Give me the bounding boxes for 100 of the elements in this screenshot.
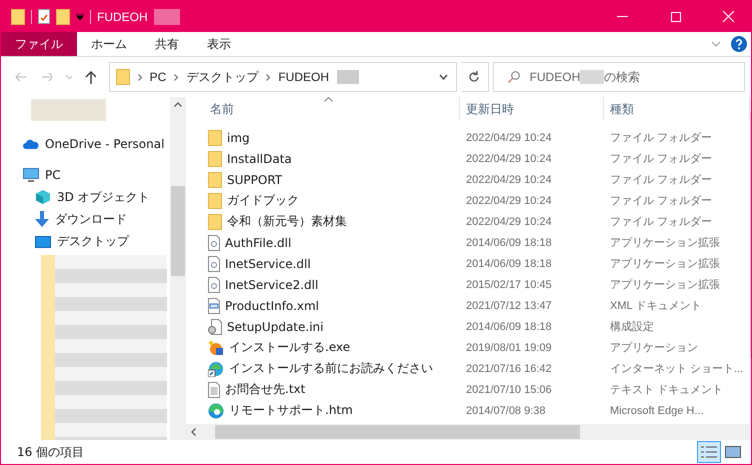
file-row[interactable]: SUPPORT 2022/04/29 10:24 ファイル フォルダー [204,169,750,190]
file-name: AuthFile.dll [225,236,292,250]
address-bar[interactable]: PC デスクトップ FUDEOH [108,62,457,92]
up-arrow-icon[interactable] [85,70,96,84]
date-cell-text: 2022/04/29 10:24 [465,152,553,164]
blurred-area [154,8,180,24]
type-cell-text: ファイル フォルダー [609,194,714,208]
scrollbar[interactable] [170,97,186,440]
date-cell-text: 2015/02/17 10:45 [465,278,553,290]
folder-icon [208,214,222,230]
horizontal-scrollbar[interactable] [186,424,751,440]
blurred-area [337,70,360,84]
chevron-icon[interactable] [266,74,270,80]
breadcrumb[interactable]: FUDEOH [278,70,330,84]
minimize-icon [616,16,628,17]
nav-item[interactable]: デスクトップ [1,230,170,254]
file-name: インストールする.exe [229,339,350,356]
file-row[interactable]: SetupUpdate.ini 2014/06/09 18:18 構成設定 [204,316,750,337]
cloud-icon [23,139,39,150]
type-cell-text: 構成設定 [609,320,655,334]
file-row[interactable]: お問合せ先.txt 2021/07/10 15:06 テキスト ドキュメント [204,379,750,400]
file-row[interactable]: img 2022/04/29 10:24 ファイル フォルダー [204,127,750,148]
scroll-up-icon[interactable] [174,102,182,107]
file-row[interactable]: ガイドブック 2022/04/29 10:24 ファイル フォルダー [204,190,750,211]
file-row[interactable]: AuthFile.dll 2014/06/09 18:18 アプリケーション拡張 [204,232,750,253]
nav-item[interactable]: ダウンロード [1,208,170,231]
nav-item[interactable]: OneDrive - Personal [1,133,170,156]
file-name: InetService.dll [225,256,311,270]
blurred-area [580,70,604,84]
type-cell-text: テキスト ドキュメント [609,383,724,397]
breadcrumb[interactable]: デスクトップ [186,68,258,86]
column-header[interactable]: 名前 [204,97,460,121]
text-file-icon [208,382,220,398]
edge-shortcut-icon [208,360,224,376]
breadcrumb[interactable]: PC [150,70,166,84]
file-row[interactable]: ProductInfo.xml 2021/07/12 13:47 XML ドキュメント [204,295,750,316]
file-name: SetupUpdate.ini [227,320,324,334]
installer-icon [208,340,224,356]
type-cell-text: ファイル フォルダー [609,152,714,166]
column-header[interactable]: 更新日時 [460,97,604,121]
scrollbar-thumb[interactable] [215,425,580,439]
type-cell-text: アプリケーション拡張 [609,236,721,250]
folder-icon [208,130,222,146]
dropdown-caret-icon[interactable] [438,74,448,80]
file-row[interactable]: InstallData 2022/04/29 10:24 ファイル フォルダー [204,148,750,169]
search-icon [508,71,520,83]
file-name: インストールする前にお読みください [229,360,433,377]
scrollbar-thumb[interactable] [171,186,185,276]
download-arrow-icon [35,211,49,228]
chevron-icon[interactable] [174,74,178,80]
help-icon[interactable] [731,36,747,52]
file-name: ProductInfo.xml [225,298,320,312]
type-cell-text: アプリケーション [609,340,699,355]
date-cell-text: 2019/08/01 19:09 [465,342,553,354]
date-cell-text: 2021/07/16 16:42 [465,362,553,374]
refresh-button[interactable] [460,62,489,92]
file-row[interactable]: インストールする.exe 2019/08/01 19:09 アプリケーション [204,337,750,358]
file-name: SUPPORT [227,172,282,186]
nav-item[interactable]: PC [1,163,170,186]
file-name: お問合せ先.txt [225,381,306,398]
ribbon-tab[interactable]: ホーム [77,32,141,56]
ribbon-tab[interactable]: ファイル [1,32,77,56]
dropdown-caret-icon[interactable] [76,14,84,20]
desktop-icon [35,236,51,248]
checked-document-icon [38,9,50,24]
search-field[interactable]: FUDEOH の検索 [492,62,746,92]
expand-ribbon-icon[interactable] [711,41,721,47]
chevron-icon[interactable] [138,74,142,80]
date-cell-text: 2021/07/10 15:06 [465,384,553,396]
monitor-icon [23,168,39,182]
date-cell-text: 2014/06/09 18:18 [465,258,553,270]
file-row[interactable]: リモートサポート.htm 2014/07/08 9:38 Microsoft Edge H... [204,400,750,421]
nav-item[interactable]: 3D オブジェクト [1,186,170,208]
folder-icon [56,8,70,24]
maximize-icon [671,12,681,22]
file-row[interactable]: InetService2.dll 2015/02/17 10:45 アプリケーション拡張 [204,274,750,295]
cube-icon [35,189,51,206]
details-view-button[interactable] [697,441,721,463]
edge-icon [208,402,224,418]
type-cell-text: XML ドキュメント [609,299,702,313]
date-cell-text: 2014/06/09 18:18 [465,320,553,332]
ribbon-tab[interactable]: 表示 [193,32,245,56]
file-row[interactable]: InetService.dll 2014/06/09 18:18 アプリケーション拡張 [204,253,750,274]
date-cell-text: 2022/04/29 10:24 [465,174,553,186]
large-image-icon [725,446,741,458]
scroll-left-icon[interactable] [191,428,196,436]
file-row[interactable]: インストールする前にお読みください 2021/07/16 16:42 インターネット ショート... [204,358,750,379]
search-placeholder: FUDEOH [530,70,580,84]
folder-icon [208,150,222,166]
date-cell-text: 2014/06/09 18:18 [465,236,553,248]
folder-icon [208,172,222,188]
refresh-icon [468,71,480,83]
date-cell-text: 2022/04/29 10:24 [465,132,553,144]
file-name: img [227,130,250,144]
file-name: 令和（新元号）素材集 [227,213,347,230]
file-row[interactable]: 令和（新元号）素材集 2022/04/29 10:24 ファイル フォルダー [204,211,750,232]
close-icon [722,11,734,22]
ribbon-tab[interactable]: 共有 [141,32,193,56]
file-name: InstallData [227,152,292,166]
type-cell-text: アプリケーション拡張 [609,278,721,292]
